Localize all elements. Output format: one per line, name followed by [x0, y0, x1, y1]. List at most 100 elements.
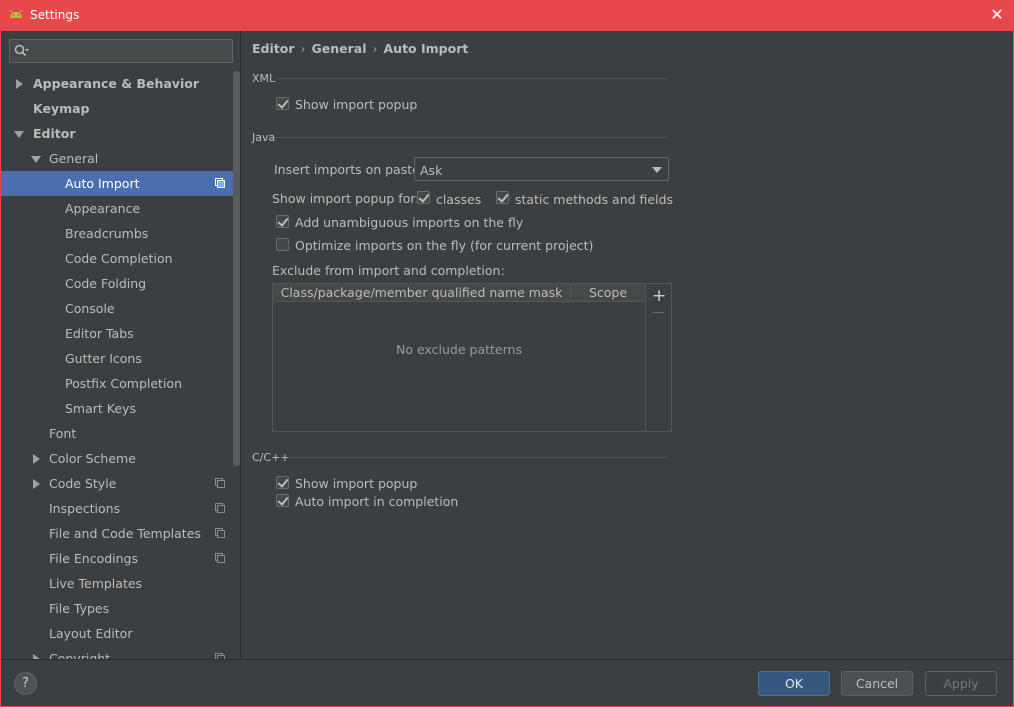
- optimize-imports-checkbox[interactable]: [276, 238, 289, 251]
- tree-item-label: File and Code Templates: [49, 526, 201, 541]
- tree-item-layout-editor[interactable]: Layout Editor: [1, 621, 240, 646]
- optimize-imports-label: Optimize imports on the fly (for current…: [295, 238, 594, 253]
- dialog-footer: ? OK Cancel Apply: [1, 659, 1013, 706]
- tree-item-file-types[interactable]: File Types: [1, 596, 240, 621]
- breadcrumb-general: General: [311, 41, 367, 56]
- tree-item-label: Appearance: [65, 201, 141, 216]
- tree-item-label: Code Style: [49, 476, 117, 491]
- classes-checkbox[interactable]: [417, 191, 430, 204]
- tree-item-console[interactable]: Console: [1, 296, 240, 321]
- settings-content: Editor › General › Auto Import XML Show impo…: [242, 31, 1013, 659]
- xml-show-import-popup-checkbox[interactable]: [276, 97, 289, 110]
- remove-icon[interactable]: [653, 312, 664, 313]
- section-header-cpp: C/C++: [252, 451, 290, 464]
- section-divider: [276, 137, 668, 138]
- window-title: Settings: [30, 8, 80, 22]
- tree-item-label: Postfix Completion: [65, 376, 182, 391]
- tree-item-label: File Types: [49, 601, 110, 616]
- sidebar-scrollbar[interactable]: [233, 71, 240, 466]
- tree-item-color-scheme[interactable]: Color Scheme: [1, 446, 240, 471]
- tree-item-copyright[interactable]: Copyright: [1, 646, 240, 659]
- expand-arrow-icon[interactable]: [33, 454, 40, 464]
- breadcrumb-auto-import: Auto Import: [383, 41, 469, 56]
- add-icon[interactable]: +: [652, 286, 666, 306]
- tree-item-label: Code Completion: [65, 251, 173, 266]
- cpp-show-import-popup-checkbox[interactable]: [276, 476, 289, 489]
- tree-item-label: Layout Editor: [49, 626, 133, 641]
- cancel-button[interactable]: Cancel: [841, 671, 913, 696]
- project-scope-icon: [215, 528, 225, 538]
- tree-item-inspections[interactable]: Inspections: [1, 496, 240, 521]
- breadcrumb: Editor › General › Auto Import: [252, 41, 474, 56]
- tree-item-code-completion[interactable]: Code Completion: [1, 246, 240, 271]
- expand-arrow-icon[interactable]: [16, 79, 23, 89]
- tree-item-code-style[interactable]: Code Style: [1, 471, 240, 496]
- tree-item-label: Font: [49, 426, 77, 441]
- settings-sidebar: Appearance & Behavior Keymap Editor Gene…: [1, 31, 241, 659]
- tree-item-label: Code Folding: [65, 276, 147, 291]
- tree-item-keymap[interactable]: Keymap: [1, 96, 240, 121]
- collapse-arrow-icon[interactable]: [14, 131, 24, 138]
- tree-item-label: File Encodings: [49, 551, 139, 566]
- tree-item-label: Smart Keys: [65, 401, 136, 416]
- search-input[interactable]: [9, 39, 233, 63]
- breadcrumb-separator-icon: ›: [300, 41, 306, 56]
- section-header-java: Java: [252, 131, 276, 144]
- tree-item-font[interactable]: Font: [1, 421, 240, 446]
- static-methods-label: static methods and fields: [515, 192, 674, 207]
- tree-item-auto-import[interactable]: Auto Import: [1, 171, 240, 196]
- tree-item-editor-tabs[interactable]: Editor Tabs: [1, 321, 240, 346]
- chevron-down-icon: [652, 167, 662, 173]
- collapse-arrow-icon[interactable]: [31, 156, 41, 163]
- cpp-auto-import-checkbox[interactable]: [276, 494, 289, 507]
- section-header-xml: XML: [252, 72, 276, 85]
- classes-label: classes: [436, 192, 482, 207]
- project-scope-icon: [215, 178, 225, 188]
- title-bar: Settings ✕: [0, 0, 1014, 31]
- exclude-label: Exclude from import and completion:: [272, 263, 505, 278]
- tree-item-live-templates[interactable]: Live Templates: [1, 571, 240, 596]
- tree-item-label: Live Templates: [49, 576, 143, 591]
- breadcrumb-separator-icon: ›: [372, 41, 378, 56]
- tree-item-file-code-templates[interactable]: File and Code Templates: [1, 521, 240, 546]
- expand-arrow-icon[interactable]: [33, 479, 40, 489]
- project-scope-icon: [215, 553, 225, 563]
- tree-item-editor[interactable]: Editor: [1, 121, 240, 146]
- tree-item-appearance[interactable]: Appearance: [1, 196, 240, 221]
- tree-item-label: Console: [65, 301, 115, 316]
- table-toolbar: +: [646, 283, 672, 432]
- project-scope-icon: [215, 478, 225, 488]
- tree-item-label: Breadcrumbs: [65, 226, 149, 241]
- section-divider: [276, 78, 668, 79]
- tree-item-postfix-completion[interactable]: Postfix Completion: [1, 371, 240, 396]
- insert-imports-on-paste-select[interactable]: Ask: [414, 157, 669, 181]
- table-header: Class/package/member qualified name mask…: [273, 284, 645, 302]
- tree-item-file-encodings[interactable]: File Encodings: [1, 546, 240, 571]
- tree-item-code-folding[interactable]: Code Folding: [1, 271, 240, 296]
- ok-button[interactable]: OK: [758, 671, 830, 696]
- project-scope-icon: [215, 503, 225, 513]
- help-icon[interactable]: ?: [14, 672, 37, 695]
- android-app-icon: [10, 9, 22, 18]
- column-header-scope[interactable]: Scope: [571, 284, 645, 302]
- tree-item-label: Color Scheme: [49, 451, 136, 466]
- apply-button[interactable]: Apply: [925, 671, 997, 696]
- column-header-mask[interactable]: Class/package/member qualified name mask: [273, 284, 571, 302]
- show-import-popup-for-label: Show import popup for:: [272, 191, 420, 206]
- close-icon[interactable]: ✕: [980, 0, 1014, 31]
- add-unambiguous-imports-checkbox[interactable]: [276, 215, 289, 228]
- xml-show-import-popup-label: Show import popup: [295, 97, 418, 112]
- tree-item-label: Inspections: [49, 501, 121, 516]
- exclude-patterns-table[interactable]: Class/package/member qualified name mask…: [272, 283, 646, 432]
- static-methods-checkbox[interactable]: [496, 191, 509, 204]
- cpp-show-import-popup-label: Show import popup: [295, 476, 418, 491]
- tree-item-appearance-behavior[interactable]: Appearance & Behavior: [1, 71, 240, 96]
- add-unambiguous-imports-label: Add unambiguous imports on the fly: [295, 215, 524, 230]
- tree-item-gutter-icons[interactable]: Gutter Icons: [1, 346, 240, 371]
- tree-item-breadcrumbs[interactable]: Breadcrumbs: [1, 221, 240, 246]
- tree-item-smart-keys[interactable]: Smart Keys: [1, 396, 240, 421]
- tree-item-label: Gutter Icons: [65, 351, 142, 366]
- breadcrumb-editor: Editor: [252, 41, 295, 56]
- tree-item-general[interactable]: General: [1, 146, 240, 171]
- tree-item-label: Editor Tabs: [65, 326, 134, 341]
